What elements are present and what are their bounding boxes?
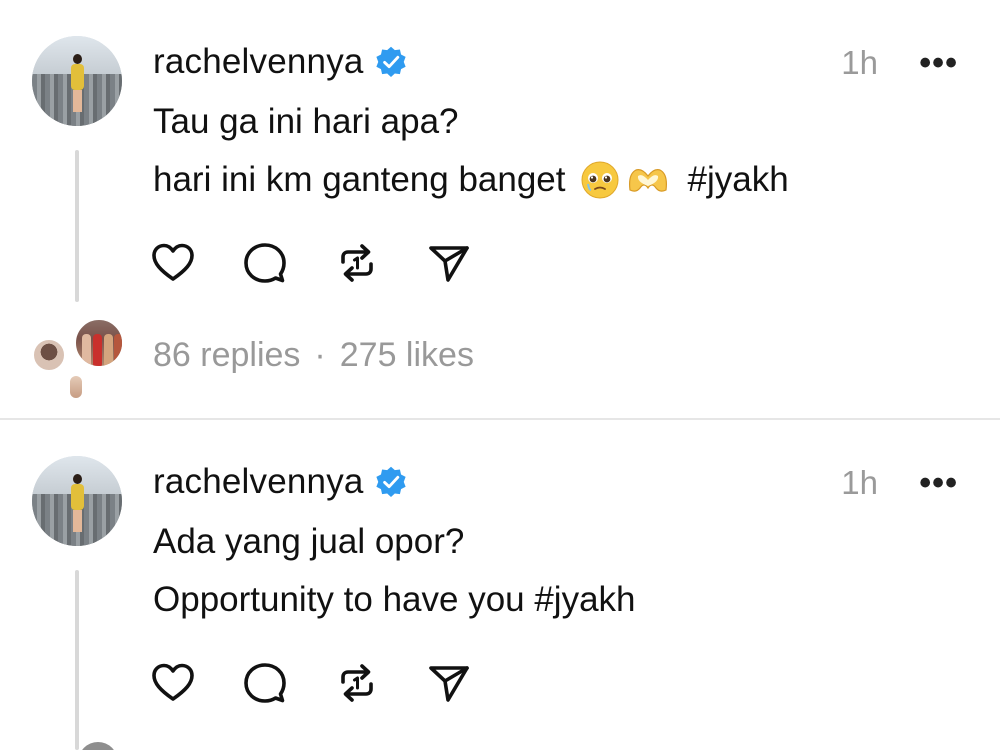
share-icon <box>429 666 469 702</box>
repost-button[interactable] <box>334 240 380 286</box>
username-row: rachelvennya <box>153 42 408 82</box>
reply-button[interactable] <box>242 240 288 286</box>
reply-avatars[interactable] <box>30 318 130 398</box>
post-text: Opportunity to have you #jyakh <box>153 580 636 619</box>
like-button[interactable] <box>150 240 196 286</box>
post-text-line-1: Tau ga ini hari apa? <box>153 102 459 142</box>
stats-separator: · <box>314 336 326 374</box>
heart-hands-emoji-icon <box>628 169 667 192</box>
share-icon <box>429 246 469 282</box>
post-actions <box>150 660 518 706</box>
hashtag[interactable]: #jyakh <box>688 160 789 200</box>
post-text: hari ini km ganteng banget <box>153 160 566 199</box>
repost-button[interactable] <box>334 660 380 706</box>
username-row: rachelvennya <box>153 462 408 502</box>
pleading-face-emoji-icon <box>581 161 618 199</box>
repost-icon <box>341 244 373 282</box>
comment-icon <box>244 243 286 283</box>
heart-icon <box>152 663 194 701</box>
post-stats: 86 replies · 275 likes <box>153 336 474 375</box>
replier-avatar <box>32 338 66 372</box>
comment-icon <box>244 663 286 703</box>
like-button[interactable] <box>150 660 196 706</box>
post-text-line-2: Opportunity to have you #jyakh <box>153 580 636 620</box>
post-time: 1h <box>841 464 878 501</box>
post-text-line-1: Ada yang jual opor? <box>153 522 464 562</box>
avatar[interactable] <box>32 36 122 126</box>
replies-count[interactable]: 86 replies <box>153 336 300 375</box>
avatar[interactable] <box>32 456 122 546</box>
verified-badge-icon <box>375 46 406 77</box>
share-button[interactable] <box>426 660 472 706</box>
likes-count[interactable]: 275 likes <box>340 336 474 375</box>
thread-line <box>75 150 79 302</box>
post-time: 1h <box>841 44 878 81</box>
username[interactable]: rachelvennya <box>153 42 364 82</box>
verified-badge-icon <box>375 466 406 497</box>
thread-post-2: rachelvennya 1h ••• Ada yang jual opor? … <box>0 420 1000 750</box>
post-text-line-2: hari ini km ganteng banget #jyakh <box>153 160 789 200</box>
username[interactable]: rachelvennya <box>153 462 364 502</box>
thread-line <box>75 570 79 750</box>
post-text: Tau ga ini hari apa? <box>153 102 459 141</box>
more-icon[interactable]: ••• <box>919 46 958 80</box>
post-text: Ada yang jual opor? <box>153 522 465 561</box>
share-button[interactable] <box>426 240 472 286</box>
repost-icon <box>341 664 373 702</box>
more-icon[interactable]: ••• <box>919 466 958 500</box>
replier-avatar <box>70 376 82 398</box>
thread-post-1: rachelvennya 1h ••• Tau ga ini hari apa?… <box>0 0 1000 420</box>
heart-icon <box>152 243 194 281</box>
reply-button[interactable] <box>242 660 288 706</box>
post-actions <box>150 240 518 286</box>
replier-avatar <box>74 318 124 368</box>
